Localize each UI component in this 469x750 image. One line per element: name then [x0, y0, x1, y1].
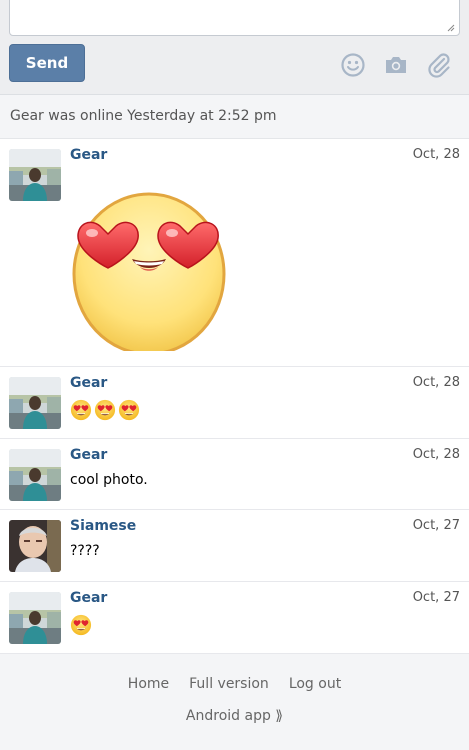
message-author[interactable]: Gear [70, 590, 107, 606]
message-author[interactable]: Gear [70, 147, 107, 163]
android-app-link[interactable]: Android app ⟫ [0, 708, 469, 724]
online-status-bar: Gear was online Yesterday at 2:52 pm [0, 95, 469, 139]
message-date: Oct, 28 [412, 447, 460, 462]
message-item: Gear Oct, 27 [0, 582, 469, 654]
heart-eyes-emoji-icon [94, 399, 116, 421]
avatar[interactable] [9, 592, 61, 644]
smiley-icon[interactable] [340, 52, 366, 78]
message-author[interactable]: Gear [70, 447, 107, 463]
message-date: Oct, 28 [412, 147, 460, 162]
footer-link-full-version[interactable]: Full version [189, 676, 269, 692]
message-item: Gear Oct, 28 [0, 367, 469, 439]
avatar[interactable] [9, 449, 61, 501]
resize-grip-icon[interactable] [447, 24, 455, 32]
camera-icon[interactable] [383, 52, 409, 78]
paperclip-icon[interactable] [426, 52, 452, 78]
message-date: Oct, 28 [412, 375, 460, 390]
footer-nav: Home Full version Log out [0, 676, 469, 692]
message-author[interactable]: Gear [70, 375, 107, 391]
message-date: Oct, 27 [412, 518, 460, 533]
emoji-row [70, 614, 92, 636]
emoji-row [70, 399, 140, 421]
footer-link-home[interactable]: Home [128, 676, 169, 692]
footer: Home Full version Log out Android app ⟫ [0, 654, 469, 750]
message-item: Gear Oct, 28 cool photo. [0, 439, 469, 510]
message-input[interactable] [9, 0, 460, 36]
avatar[interactable] [9, 377, 61, 429]
avatar[interactable] [9, 149, 61, 201]
heart-eyes-emoji-icon [70, 399, 92, 421]
compose-area: Send [0, 0, 469, 95]
heart-eyes-emoji-icon [118, 399, 140, 421]
message-item: Gear Oct, 28 [0, 139, 469, 367]
avatar[interactable] [9, 520, 61, 572]
heart-eyes-emoji-icon [70, 614, 92, 636]
footer-link-log-out[interactable]: Log out [289, 676, 341, 692]
message-author[interactable]: Siamese [70, 518, 136, 534]
heart-eyes-sticker[interactable] [70, 181, 228, 351]
message-date: Oct, 27 [412, 590, 460, 605]
message-text: ???? [70, 543, 100, 559]
message-text: cool photo. [70, 472, 148, 488]
online-status-text: Gear was online Yesterday at 2:52 pm [10, 108, 277, 124]
send-button[interactable]: Send [9, 44, 85, 82]
message-item: Siamese Oct, 27 ???? [0, 510, 469, 582]
